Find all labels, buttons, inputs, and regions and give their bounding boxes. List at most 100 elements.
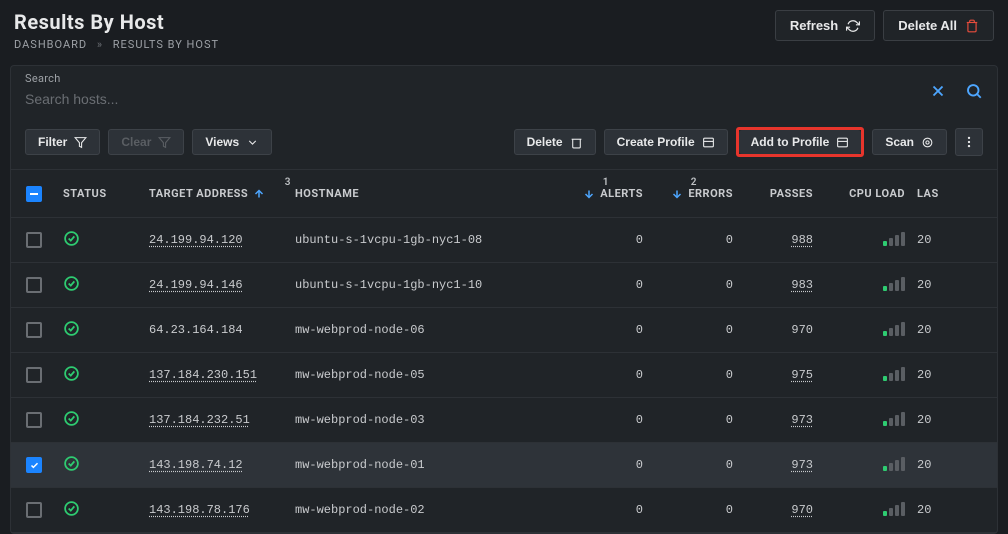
passes-value[interactable]: 988	[791, 233, 813, 247]
delete-button[interactable]: Delete	[514, 129, 596, 155]
row-checkbox[interactable]	[26, 412, 42, 428]
errors-value: 0	[649, 503, 739, 517]
passes-value: 970	[791, 323, 813, 337]
create-profile-label: Create Profile	[617, 135, 695, 149]
passes-value[interactable]: 983	[791, 278, 813, 292]
more-menu-button[interactable]	[955, 128, 983, 156]
bookmark-add-icon	[836, 136, 849, 149]
create-profile-button[interactable]: Create Profile	[604, 129, 728, 155]
target-address[interactable]: 24.199.94.120	[149, 233, 243, 247]
delete-all-label: Delete All	[898, 18, 957, 33]
filter-icon	[74, 136, 87, 149]
table-row[interactable]: 137.184.232.51mw-webprod-node-030097320	[11, 398, 997, 443]
refresh-icon	[846, 19, 860, 33]
filter-off-icon	[158, 136, 171, 149]
search-icon[interactable]	[965, 82, 983, 100]
target-address[interactable]: 137.184.232.51	[149, 413, 250, 427]
sort-desc-icon	[583, 188, 595, 200]
breadcrumb-item[interactable]: DASHBOARD	[14, 38, 87, 51]
errors-value: 0	[649, 458, 739, 472]
target-icon	[921, 136, 934, 149]
scan-button[interactable]: Scan	[872, 129, 947, 155]
delete-label: Delete	[527, 135, 563, 149]
row-checkbox[interactable]	[26, 232, 42, 248]
filter-button[interactable]: Filter	[25, 129, 100, 155]
errors-value: 0	[649, 323, 739, 337]
last-value: 20	[911, 368, 965, 382]
target-address[interactable]: 137.184.230.151	[149, 368, 257, 382]
cpu-signal	[883, 230, 905, 246]
table-row[interactable]: 24.199.94.120ubuntu-s-1vcpu-1gb-nyc1-080…	[11, 218, 997, 263]
last-value: 20	[911, 233, 965, 247]
views-button[interactable]: Views	[192, 129, 272, 155]
last-value: 20	[911, 323, 965, 337]
search-label: Search	[25, 72, 983, 85]
row-checkbox[interactable]	[26, 322, 42, 338]
clear-label: Clear	[121, 135, 151, 149]
page-title: Results By Host	[14, 10, 219, 34]
alerts-value: 0	[559, 368, 649, 382]
status-ok-icon	[63, 320, 80, 337]
status-ok-icon	[63, 500, 80, 517]
cpu-signal	[883, 410, 905, 426]
col-cpu[interactable]: CPU LOAD	[819, 187, 911, 200]
table-row[interactable]: 143.198.78.176mw-webprod-node-020097020	[11, 488, 997, 533]
hostname: mw-webprod-node-01	[289, 458, 559, 472]
row-checkbox[interactable]	[26, 367, 42, 383]
passes-value[interactable]: 970	[791, 503, 813, 517]
breadcrumb-item: RESULTS BY HOST	[113, 38, 219, 51]
table-row[interactable]: 24.199.94.146ubuntu-s-1vcpu-1gb-nyc1-100…	[11, 263, 997, 308]
row-checkbox[interactable]	[26, 457, 42, 473]
trash-icon	[965, 19, 979, 33]
alerts-value: 0	[559, 323, 649, 337]
passes-value[interactable]: 973	[791, 458, 813, 472]
col-target[interactable]: TARGET ADDRESS 3	[143, 187, 289, 200]
search-input[interactable]	[25, 87, 983, 111]
clear-filter-button[interactable]: Clear	[108, 129, 184, 155]
passes-value[interactable]: 973	[791, 413, 813, 427]
profile-add-icon	[702, 136, 715, 149]
alerts-value: 0	[559, 233, 649, 247]
row-checkbox[interactable]	[26, 502, 42, 518]
scan-label: Scan	[885, 135, 914, 149]
cpu-signal	[883, 275, 905, 291]
col-status[interactable]: STATUS	[57, 187, 143, 200]
select-all-checkbox[interactable]	[26, 186, 42, 202]
col-errors[interactable]: ERRORS 2	[649, 187, 739, 200]
hostname: ubuntu-s-1vcpu-1gb-nyc1-08	[289, 233, 559, 247]
last-value: 20	[911, 413, 965, 427]
sort-desc-icon	[671, 188, 683, 200]
dots-vertical-icon	[962, 135, 976, 149]
errors-value: 0	[649, 413, 739, 427]
hostname: mw-webprod-node-05	[289, 368, 559, 382]
passes-value[interactable]: 975	[791, 368, 813, 382]
col-passes[interactable]: PASSES	[739, 187, 819, 200]
views-label: Views	[205, 135, 239, 149]
target-address[interactable]: 143.198.78.176	[149, 503, 250, 517]
row-checkbox[interactable]	[26, 277, 42, 293]
refresh-button[interactable]: Refresh	[775, 10, 875, 41]
col-alerts[interactable]: ALERTS 1	[559, 187, 649, 200]
alerts-value: 0	[559, 278, 649, 292]
table-row[interactable]: 137.184.230.151mw-webprod-node-050097520	[11, 353, 997, 398]
cpu-signal	[883, 365, 905, 381]
delete-all-button[interactable]: Delete All	[883, 10, 994, 41]
status-ok-icon	[63, 365, 80, 382]
cpu-signal	[883, 455, 905, 471]
hostname: mw-webprod-node-03	[289, 413, 559, 427]
col-last[interactable]: LAS	[911, 187, 965, 200]
errors-value: 0	[649, 233, 739, 247]
target-address[interactable]: 24.199.94.146	[149, 278, 243, 292]
clear-search-icon[interactable]	[929, 82, 947, 100]
cpu-signal	[883, 320, 905, 336]
col-hostname[interactable]: HOSTNAME	[289, 187, 559, 200]
status-ok-icon	[63, 410, 80, 427]
alerts-value: 0	[559, 503, 649, 517]
chevron-down-icon	[246, 136, 259, 149]
status-ok-icon	[63, 455, 80, 472]
add-to-profile-button[interactable]: Add to Profile	[739, 130, 862, 154]
table-row[interactable]: 143.198.74.12mw-webprod-node-010097320	[11, 443, 997, 488]
errors-value: 0	[649, 278, 739, 292]
table-row[interactable]: 64.23.164.184mw-webprod-node-060097020	[11, 308, 997, 353]
target-address[interactable]: 143.198.74.12	[149, 458, 243, 472]
